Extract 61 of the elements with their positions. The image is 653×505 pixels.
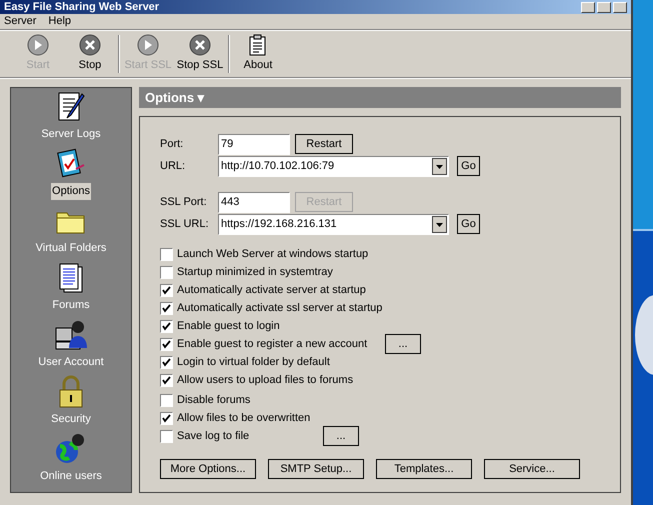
go-button[interactable]: Go	[457, 214, 480, 234]
checkbox-label: Startup minimized in systemtray	[177, 264, 334, 280]
sidebar-item[interactable]: Virtual Folders	[34, 204, 108, 257]
url-dropdown[interactable]: https://192.168.216.131	[218, 214, 449, 234]
sidebar-item[interactable]: Forums	[51, 261, 91, 314]
checkbox-label: Allow files to be overwritten	[177, 410, 312, 426]
go-button[interactable]: Go	[457, 156, 480, 176]
minimize-button[interactable]	[581, 2, 595, 12]
checkbox-label: Enable guest to login	[177, 318, 281, 334]
sidebar-item[interactable]: Online users	[39, 432, 103, 485]
option-button[interactable]: More Options...	[160, 459, 256, 479]
panel-header[interactable]: Options ▾	[139, 87, 621, 108]
menu-item[interactable]: Help	[48, 13, 72, 30]
checkbox-label: Allow users to upload files to forums	[177, 372, 354, 388]
window-title: Easy File Sharing Web Server	[4, 1, 160, 13]
url-dropdown[interactable]: http://10.70.102.106:79	[218, 156, 449, 176]
stop-icon	[189, 34, 211, 56]
toolbar-button[interactable]: Stop	[64, 34, 116, 74]
port-input[interactable]: 79	[218, 134, 290, 154]
field-label: URL:	[160, 158, 186, 174]
checkbox-label: Enable guest to register a new account	[177, 336, 368, 352]
browse-button[interactable]: ...	[385, 334, 421, 354]
option-button[interactable]: SMTP Setup...	[268, 459, 364, 479]
checkbox[interactable]	[160, 374, 173, 386]
sidebar-item[interactable]: Security	[50, 375, 92, 428]
restart-button[interactable]: Restart	[295, 134, 353, 154]
field-label: SSL URL:	[160, 216, 210, 232]
sidebar-item[interactable]: Options	[51, 147, 91, 200]
checkbox[interactable]	[160, 266, 173, 278]
checkbox[interactable]	[160, 338, 173, 350]
port-input[interactable]: 443	[218, 192, 290, 212]
user-computer-icon	[54, 318, 88, 352]
field-label: Port:	[160, 136, 184, 152]
checkbox-label: Automatically activate ssl server at startup	[177, 300, 384, 316]
sidebar-item[interactable]: User Account	[37, 318, 105, 371]
checkbox-label: Launch Web Server at windows startup	[177, 246, 370, 262]
play-icon	[27, 34, 49, 56]
stop-icon	[79, 34, 101, 56]
menu-item[interactable]: Server	[4, 13, 36, 30]
maximize-button[interactable]	[597, 2, 611, 12]
checkbox[interactable]	[160, 394, 173, 406]
play-icon	[137, 34, 159, 56]
field-label: SSL Port:	[160, 194, 208, 210]
option-button[interactable]: Service...	[484, 459, 580, 479]
checkbox-label: Login to virtual folder by default	[177, 354, 331, 370]
checkbox[interactable]	[160, 320, 173, 332]
checkbox-label: Save log to file	[177, 428, 250, 444]
sidebar-item[interactable]: Server Logs	[40, 90, 102, 143]
toolbar-button[interactable]: About	[232, 34, 284, 74]
checkbox-label: Disable forums	[177, 392, 252, 408]
checkbox[interactable]	[160, 412, 173, 424]
toolbar-button[interactable]: Stop SSL	[174, 34, 226, 74]
checkbox[interactable]	[160, 430, 173, 442]
checkbox[interactable]	[160, 356, 173, 368]
close-button[interactable]	[613, 2, 627, 12]
checkbox[interactable]	[160, 248, 173, 260]
checkbox[interactable]	[160, 284, 173, 296]
checkbox-label: Automatically activate server at startup	[177, 282, 367, 298]
option-button[interactable]: Templates...	[376, 459, 472, 479]
checkbox[interactable]	[160, 302, 173, 314]
browse-button[interactable]: ...	[323, 426, 359, 446]
